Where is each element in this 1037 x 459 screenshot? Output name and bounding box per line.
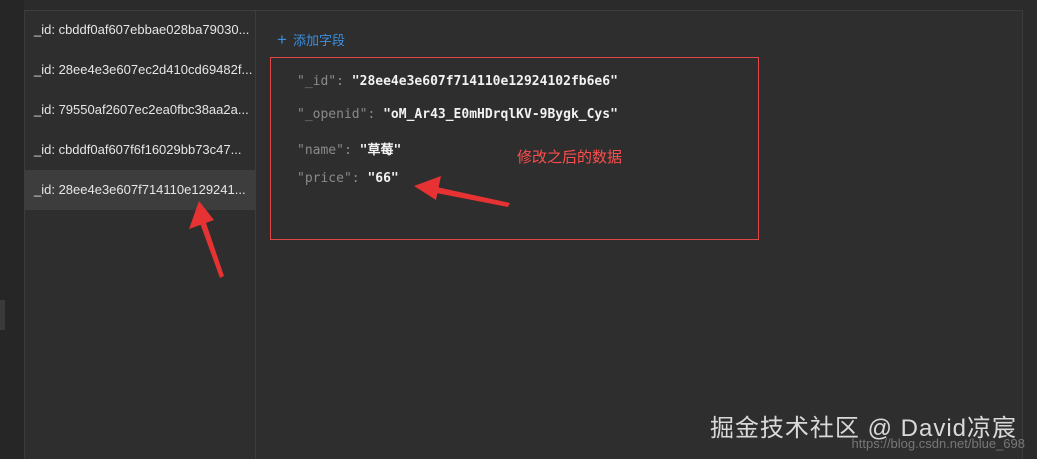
field-value: "28ee4e3e607f714110e12924102fb6e6" xyxy=(351,74,618,89)
left-edge xyxy=(0,0,24,459)
field-colon: : xyxy=(343,143,352,158)
field-colon: : xyxy=(336,74,344,89)
field-value: "66" xyxy=(367,171,399,186)
field-key: "name" xyxy=(297,143,344,158)
field-row-id[interactable]: "_id": "28ee4e3e607f714110e12924102fb6e6… xyxy=(297,74,618,89)
field-key: "_openid" xyxy=(297,107,368,122)
field-colon: : xyxy=(367,107,376,122)
record-item[interactable]: _id: cbddf0af607f6f16029bb73c47... xyxy=(24,130,255,170)
field-key: "_id" xyxy=(297,74,337,89)
field-row-openid[interactable]: "_openid": "oM_Ar43_E0mHDrqlKV-9Bygk_Cys… xyxy=(297,107,618,122)
record-list: _id: cbddf0af607ebbae028ba79030... _id: … xyxy=(24,10,256,459)
document-fields-highlight: "_id": "28ee4e3e607f714110e12924102fb6e6… xyxy=(270,57,759,240)
field-row-price[interactable]: "price": "66" xyxy=(297,171,399,186)
add-field-label: 添加字段 xyxy=(292,33,345,48)
field-key: "price" xyxy=(297,171,352,186)
record-item[interactable]: _id: 28ee4e3e607ec2d410cd69482f... xyxy=(24,50,255,90)
add-field-button[interactable]: + 添加字段 xyxy=(277,30,345,49)
watermark-main: 掘金技术社区 @ David凉宸 xyxy=(709,415,1017,442)
field-row-name[interactable]: "name": "草莓" xyxy=(297,139,401,158)
annotation-note: 修改之后的数据 xyxy=(517,149,623,166)
record-item-selected[interactable]: _id: 28ee4e3e607f714110e129241... xyxy=(24,170,255,210)
record-item[interactable]: _id: cbddf0af607ebbae028ba79030... xyxy=(24,10,255,50)
field-colon: : xyxy=(351,171,360,186)
plus-icon: + xyxy=(277,29,287,49)
resize-handle[interactable] xyxy=(0,300,5,330)
record-item[interactable]: _id: 79550af2607ec2ea0fbc38aa2a... xyxy=(24,90,255,130)
field-value: "oM_Ar43_E0mHDrqlKV-9Bygk_Cys" xyxy=(383,107,618,122)
field-value: "草莓" xyxy=(359,143,402,158)
